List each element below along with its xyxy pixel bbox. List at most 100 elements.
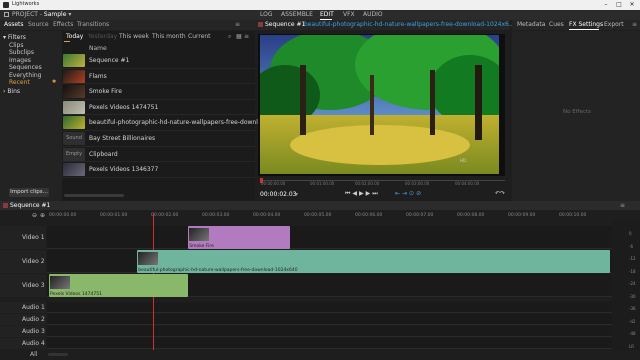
clip-thumbnail <box>63 54 85 67</box>
list-item[interactable]: Empty Clipboard <box>62 147 255 163</box>
timeline-clip[interactable]: Pexels Videos 1474751 <box>49 274 189 297</box>
filter-everything[interactable]: Everything <box>9 72 41 79</box>
meter-label: -48 <box>629 331 636 336</box>
timeline-ruler[interactable]: ⊖ ⊕ 00:00:00.00 00:00:01.00 00:00:02.00 00:… <box>0 211 640 221</box>
undo-icon[interactable]: ↶↷ <box>495 190 505 197</box>
search-icon[interactable]: ⌕ <box>228 33 231 41</box>
filter-subclips[interactable]: Subclips <box>9 49 34 56</box>
track-lane[interactable] <box>47 338 612 349</box>
panel-menu-icon[interactable]: ≡ <box>235 21 240 28</box>
window-title: Lightworks <box>12 1 40 7</box>
menu-audio[interactable]: AUDIO <box>363 11 383 18</box>
track-header[interactable]: Audio 2 <box>0 314 46 325</box>
track-header[interactable]: Video 1 <box>0 226 46 249</box>
track-lane[interactable] <box>47 326 612 337</box>
meter-label: -18 <box>629 268 636 274</box>
track-header[interactable]: Video 3 <box>0 274 46 297</box>
timeline-clip[interactable]: beautiful-photographic-hd-nature-wallpap… <box>137 250 610 273</box>
star-icon[interactable]: ✱ <box>52 79 56 85</box>
tab-fx-settings[interactable]: FX Settings <box>569 21 603 28</box>
tab-cues[interactable]: Cues <box>549 21 564 28</box>
zoom-in-icon[interactable]: ⊕ <box>40 212 45 219</box>
project-name: Sample <box>43 11 67 18</box>
list-item[interactable]: Smoke Fire <box>62 84 255 100</box>
clip-thumbnail <box>138 252 159 265</box>
track-lane[interactable] <box>47 226 612 249</box>
viewer-clip-title[interactable]: beautiful-photographic-hd-nature-wallpap… <box>304 21 515 28</box>
viewer-tabs: Sequence #1 beautiful-photographic-hd-na… <box>255 20 515 30</box>
track-lane[interactable] <box>47 314 612 325</box>
meter-label: 0 <box>629 231 632 236</box>
active-tab-underline <box>569 29 599 30</box>
clip-thumbnail <box>63 116 85 130</box>
timeline-scrollbar[interactable] <box>48 353 68 356</box>
panel-menu-icon[interactable]: ≡ <box>620 202 625 209</box>
video-frame[interactable]: HD <box>260 35 499 174</box>
menu-edit[interactable]: EDIT <box>320 11 334 18</box>
playback-controls[interactable]: ⏮◀▶▶⏭ <box>345 190 380 198</box>
list-item[interactable]: Flams <box>62 69 255 85</box>
tab-export[interactable]: Export <box>604 21 624 28</box>
mark-controls[interactable]: ⇤⇥⊙⊘ <box>395 190 423 197</box>
list-item[interactable]: beautiful-photographic-hd-nature-wallpap… <box>62 115 279 131</box>
tab-transitions[interactable]: Transitions <box>77 21 109 28</box>
timeline-sequence-title[interactable]: Sequence #1 <box>10 202 50 209</box>
project-label[interactable]: PROJECT - Sample ▾ <box>12 11 71 18</box>
viewer-timecode[interactable]: 00:00:02.03 <box>260 191 297 198</box>
menu-icon[interactable] <box>4 12 9 17</box>
track-name: Audio 2 <box>22 316 45 323</box>
track-header[interactable]: Audio 4 <box>0 338 46 349</box>
all-tracks-label[interactable]: All <box>30 351 37 358</box>
maximize-icon[interactable]: □ <box>613 1 625 9</box>
grid-view-icon[interactable]: ▦ <box>236 33 242 40</box>
tab-metadata[interactable]: Metadata <box>517 21 545 28</box>
close-icon[interactable]: ✕ <box>626 1 638 9</box>
sequence-marker-icon <box>258 22 263 27</box>
minimize-icon[interactable]: – <box>600 1 612 9</box>
tab-assets[interactable]: Assets <box>4 21 24 28</box>
filters-title[interactable]: ▾ Filters <box>3 34 26 41</box>
timeline-clip[interactable]: Smoke Fire <box>188 226 291 249</box>
list-view-icon[interactable]: ≡ <box>244 33 249 40</box>
meter-label: -42 <box>629 318 636 324</box>
app-logo-icon <box>3 2 9 8</box>
track-header[interactable]: Video 2 <box>0 250 46 273</box>
clip-label: Pexels Videos 1474751 <box>50 292 102 297</box>
tab-today[interactable]: Today <box>66 33 83 40</box>
timeline-header: Sequence #1 ≡ <box>0 201 640 210</box>
list-item[interactable]: Pexels Videos 1346377 <box>62 162 255 178</box>
bins-toggle[interactable]: › Bins <box>3 88 20 95</box>
panel-menu-icon[interactable]: ≡ <box>632 21 637 28</box>
track-lane[interactable] <box>47 302 612 313</box>
time-mark: 00:04:00.00 <box>455 181 480 186</box>
zoom-out-icon[interactable]: ⊖ <box>32 212 37 219</box>
menu-assemble[interactable]: ASSEMBLE <box>281 11 313 18</box>
tab-source[interactable]: Source <box>28 21 49 28</box>
tab-current[interactable]: Current <box>188 33 211 40</box>
menu-vfx[interactable]: VFX <box>343 11 355 18</box>
list-item[interactable]: Sound Bay Street Billionaires <box>62 131 255 147</box>
tab-effects[interactable]: Effects <box>53 21 73 28</box>
filter-sequences[interactable]: Sequences <box>9 64 42 71</box>
tab-yesterday[interactable]: Yesterday <box>88 33 117 40</box>
chevron-down-icon[interactable]: ▾ <box>295 191 298 198</box>
list-item[interactable]: Pexels Videos 1474751 <box>62 100 255 116</box>
time-mark: 00:01:00.00 <box>310 181 335 186</box>
ruler-tick-label: 00:00:07.00 <box>406 213 434 218</box>
tab-this-month[interactable]: This month <box>152 33 186 40</box>
clip-thumbnail <box>63 163 85 177</box>
track-header[interactable]: Audio 3 <box>0 326 46 337</box>
list-scrollbar[interactable] <box>64 194 124 197</box>
transport-bar: 00:00:00.00 00:01:00.00 00:02:00.00 00:0… <box>255 176 512 201</box>
filter-recent[interactable]: Recent <box>9 79 30 86</box>
menu-log[interactable]: LOG <box>260 11 273 18</box>
import-clips-button[interactable]: Import clips... <box>9 188 49 197</box>
list-item[interactable]: Sequence #1 <box>62 53 255 69</box>
filter-images[interactable]: Images <box>9 57 31 64</box>
tab-this-week[interactable]: This week <box>119 33 149 40</box>
name-column-header[interactable]: Name <box>89 45 107 52</box>
viewer-sequence-title[interactable]: Sequence #1 <box>265 21 305 28</box>
filter-clips[interactable]: Clips <box>9 42 23 49</box>
track-header[interactable]: Audio 1 <box>0 302 46 313</box>
track-name: Video 2 <box>22 258 45 265</box>
